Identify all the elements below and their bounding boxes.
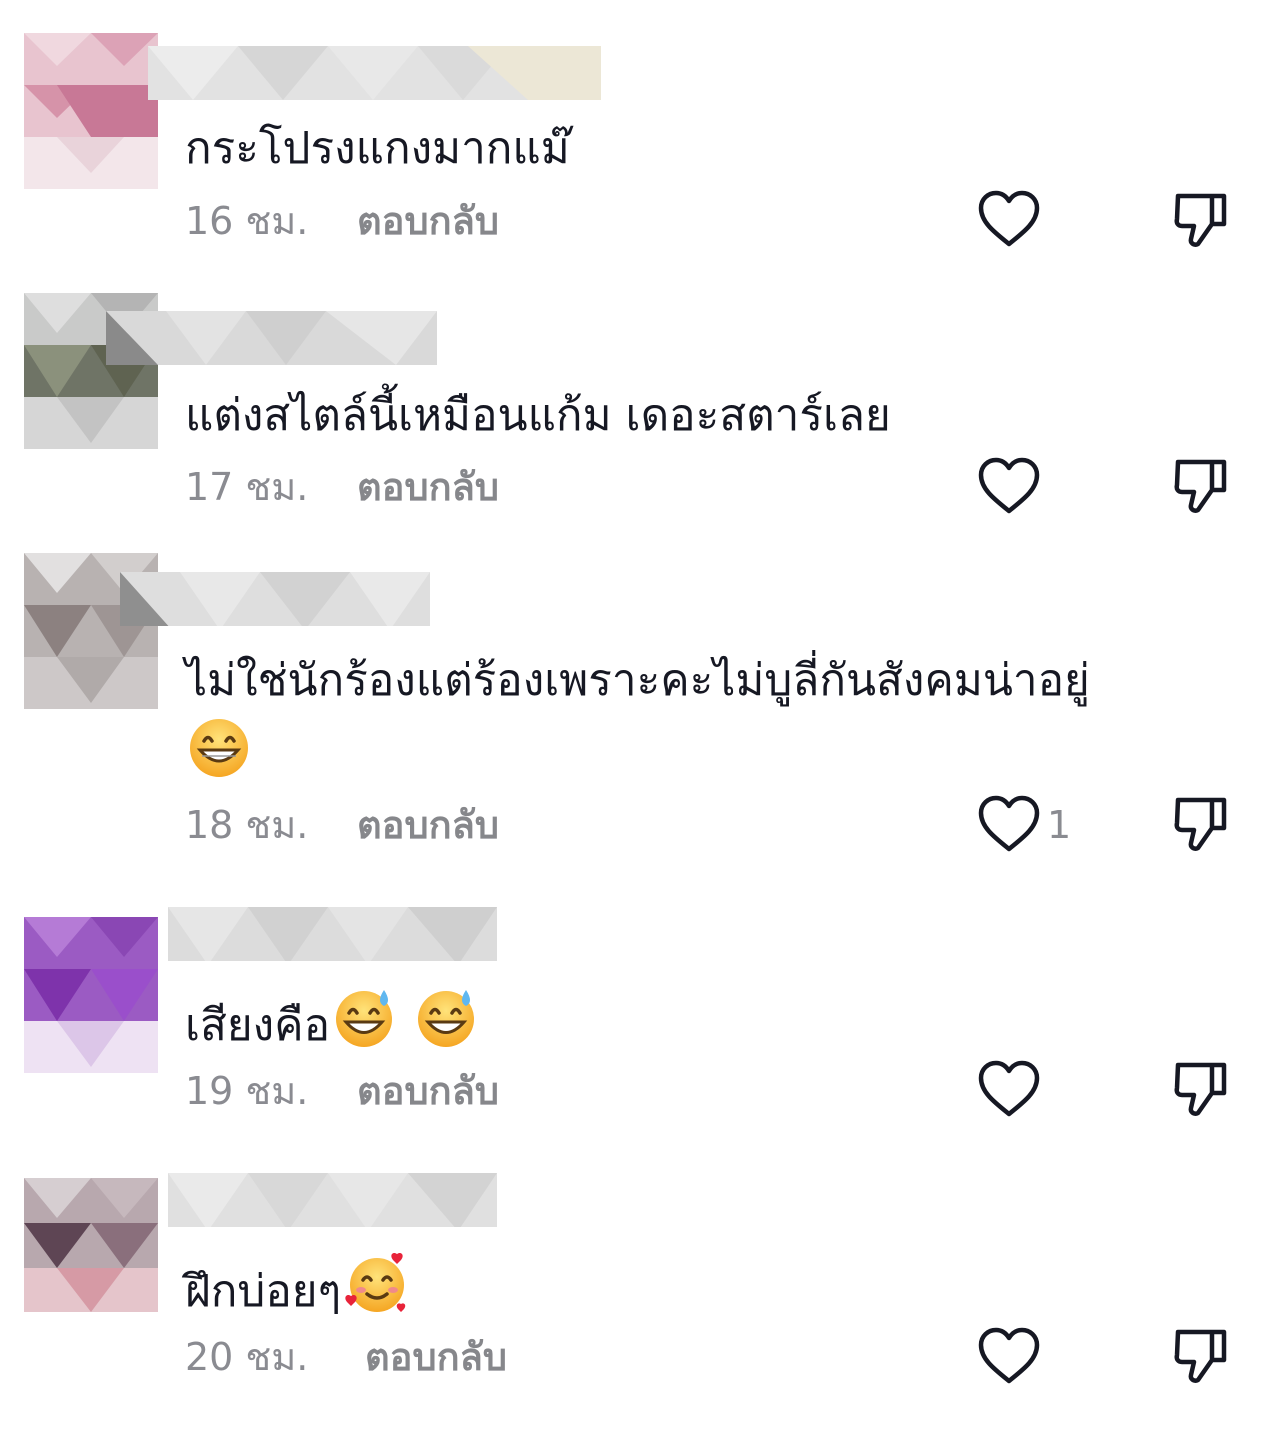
reply-button[interactable]: ตอบกลับ: [357, 462, 499, 512]
reply-button[interactable]: ตอบกลับ: [365, 1332, 507, 1382]
comment-meta: 19 ชม. ตอบกลับ: [185, 1066, 499, 1116]
reply-button[interactable]: ตอบกลับ: [357, 1066, 499, 1116]
comment-timestamp: 16 ชม.: [185, 199, 309, 243]
comment-text: ไม่ใช่นักร้องแต่ร้องเพราะคะไม่บูลี่กันสั…: [185, 648, 1090, 714]
sweat-smile-emoji: [414, 986, 478, 1050]
username[interactable]: [120, 572, 430, 626]
comment-emoji-line: [185, 716, 251, 789]
comment-meta: 20 ชม. ตอบกลับ: [185, 1332, 507, 1382]
comment-timestamp: 18 ชม.: [185, 803, 309, 847]
comment-text: กระโปรงแกงมากแม๊: [185, 116, 570, 182]
like-button[interactable]: [974, 1058, 1044, 1120]
comment-text-content: เสียงคือ: [185, 1000, 331, 1051]
username[interactable]: [168, 907, 497, 961]
like-button[interactable]: [974, 188, 1044, 250]
like-button[interactable]: [974, 455, 1044, 517]
heart-outline-icon: [978, 795, 1040, 852]
avatar[interactable]: [24, 1178, 158, 1334]
comment-text-content: แต่งสไตล์นี้เหมือนแก้ม เดอะสตาร์เลย: [185, 390, 891, 441]
heart-outline-icon: [978, 190, 1040, 247]
heart-outline-icon: [978, 457, 1040, 514]
like-count: 1: [1047, 803, 1072, 847]
thumbs-down-outline-icon: [1174, 193, 1227, 247]
thumbs-down-outline-icon: [1174, 797, 1227, 851]
avatar[interactable]: [24, 33, 158, 189]
dislike-button[interactable]: [1168, 452, 1234, 518]
thumbs-down-outline-icon: [1174, 1329, 1227, 1383]
heart-outline-icon: [978, 1060, 1040, 1117]
comment-text-content: ไม่ใช่นักร้องแต่ร้องเพราะคะไม่บูลี่กันสั…: [185, 655, 1090, 706]
comment-timestamp: 17 ชม.: [185, 465, 309, 509]
username[interactable]: [168, 1173, 497, 1227]
comment-text: แต่งสไตล์นี้เหมือนแก้ม เดอะสตาร์เลย: [185, 383, 891, 449]
like-button[interactable]: [974, 793, 1044, 855]
thumbs-down-outline-icon: [1174, 459, 1227, 513]
thumbs-down-outline-icon: [1174, 1062, 1227, 1116]
comment-timestamp: 19 ชม.: [185, 1069, 309, 1113]
dislike-button[interactable]: [1168, 186, 1234, 252]
dislike-button[interactable]: [1168, 1322, 1234, 1388]
avatar[interactable]: [24, 917, 158, 1073]
like-button[interactable]: [974, 1325, 1044, 1387]
heart-outline-icon: [978, 1327, 1040, 1384]
comment-text: เสียงคือ: [185, 986, 478, 1059]
comment-text: ฝึกบ่อยๆ: [185, 1252, 411, 1325]
reply-button[interactable]: ตอบกลับ: [357, 800, 499, 850]
comment-text-content: กระโปรงแกงมากแม๊: [185, 123, 570, 174]
dislike-button[interactable]: [1168, 790, 1234, 856]
sweat-smile-emoji: [332, 986, 396, 1050]
comment-text-content: ฝึกบ่อยๆ: [185, 1266, 342, 1317]
comment-meta: 17 ชม. ตอบกลับ: [185, 462, 499, 512]
comment-timestamp: 20 ชม.: [185, 1335, 309, 1379]
reply-button[interactable]: ตอบกลับ: [357, 196, 499, 246]
username[interactable]: [106, 311, 437, 365]
comment-meta: 18 ชม. ตอบกลับ: [185, 800, 499, 850]
dislike-button[interactable]: [1168, 1055, 1234, 1121]
grinning-face-emoji: [187, 716, 251, 780]
username[interactable]: [148, 46, 601, 100]
comment-meta: 16 ชม. ตอบกลับ: [185, 196, 499, 246]
smiling-face-with-hearts-emoji: [343, 1252, 411, 1316]
